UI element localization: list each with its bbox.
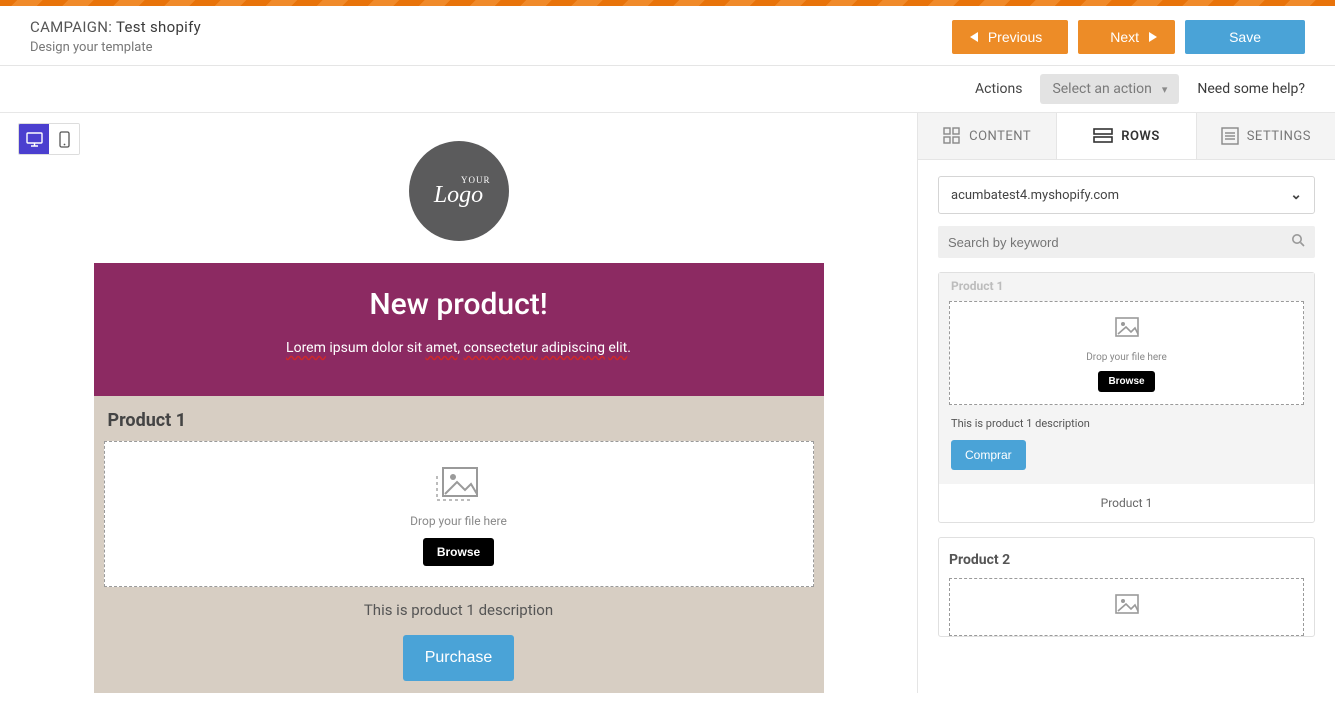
- tab-settings[interactable]: SETTINGS: [1196, 113, 1335, 159]
- desktop-view-button[interactable]: [19, 124, 49, 154]
- previous-button[interactable]: Previous: [952, 20, 1068, 54]
- hero-word: .: [627, 340, 631, 356]
- desktop-icon: [26, 132, 43, 147]
- triangle-right-icon: [1149, 32, 1157, 42]
- campaign-label: CAMPAIGN:: [30, 18, 112, 36]
- toolbar: Actions Select an action ▾ Need some hel…: [0, 66, 1335, 113]
- next-button[interactable]: Next: [1078, 20, 1175, 54]
- campaign-title: CAMPAIGN: Test shopify: [30, 18, 201, 36]
- store-select-value: acumbatest4.myshopify.com: [951, 188, 1119, 203]
- campaign-name: Test shopify: [116, 18, 201, 36]
- search-input[interactable]: [948, 235, 1291, 250]
- row-card-product-2[interactable]: Product 2: [938, 537, 1315, 637]
- image-dropzone[interactable]: Drop your file here Browse: [104, 441, 814, 587]
- store-select[interactable]: acumbatest4.myshopify.com ⌄: [938, 176, 1315, 214]
- actions-select[interactable]: Select an action ▾: [1040, 74, 1179, 104]
- row-card-title: Product 2: [939, 538, 1314, 578]
- logo-placeholder: YOUR Logo: [409, 141, 509, 241]
- logo-main-text: Logo: [434, 185, 483, 207]
- sidebar: CONTENT ROWS SETTINGS acumbatest4.myshop…: [918, 113, 1335, 693]
- save-label: Save: [1229, 29, 1261, 45]
- row-image-dropzone[interactable]: [949, 578, 1304, 636]
- image-placeholder-icon: [435, 464, 483, 504]
- settings-list-icon: [1221, 127, 1239, 145]
- search-row: [938, 226, 1315, 258]
- hero-word: adipiscing: [541, 340, 605, 356]
- grid-icon: [943, 127, 961, 145]
- purchase-button[interactable]: Purchase: [403, 635, 515, 681]
- triangle-left-icon: [970, 32, 978, 42]
- image-placeholder-icon: [1112, 316, 1142, 342]
- product-block[interactable]: Product 1 Drop your file here Browse Thi…: [94, 396, 824, 681]
- product-description: This is product 1 description: [104, 601, 814, 619]
- tab-content-label: CONTENT: [969, 129, 1031, 144]
- sidebar-tabs: CONTENT ROWS SETTINGS: [918, 113, 1335, 160]
- hero-word: amet: [426, 340, 458, 356]
- hero-word: consectetur: [464, 340, 538, 356]
- save-button[interactable]: Save: [1185, 20, 1305, 54]
- hero-word: elit: [608, 340, 627, 356]
- logo-block[interactable]: YOUR Logo: [94, 123, 824, 263]
- header: CAMPAIGN: Test shopify Design your templ…: [0, 6, 1335, 66]
- hero-title: New product!: [124, 287, 794, 322]
- previous-label: Previous: [988, 29, 1042, 45]
- viewport-toggle: [18, 123, 80, 155]
- row-buy-button[interactable]: Comprar: [951, 440, 1026, 470]
- chevron-down-icon: ▾: [1162, 83, 1168, 96]
- image-placeholder-icon: [1112, 593, 1142, 619]
- row-image-dropzone[interactable]: Drop your file here Browse: [949, 301, 1304, 405]
- hero-word: Lorem: [286, 340, 326, 356]
- header-subtitle: Design your template: [30, 40, 201, 55]
- row-browse-button[interactable]: Browse: [1098, 371, 1154, 392]
- row-card-cut-title: Product 1: [951, 279, 1304, 293]
- actions-select-placeholder: Select an action: [1052, 81, 1151, 97]
- help-link[interactable]: Need some help?: [1197, 81, 1305, 97]
- editor-area: YOUR Logo New product! Lorem ipsum dolor…: [0, 113, 918, 693]
- mobile-view-button[interactable]: [49, 124, 79, 154]
- row-dropzone-text: Drop your file here: [958, 352, 1295, 363]
- row-card-footer: Product 1: [939, 484, 1314, 522]
- hero-word: ipsum dolor sit: [326, 340, 426, 356]
- email-canvas[interactable]: YOUR Logo New product! Lorem ipsum dolor…: [94, 123, 824, 693]
- actions-label: Actions: [975, 81, 1022, 97]
- dropzone-text: Drop your file here: [115, 514, 803, 528]
- tab-settings-label: SETTINGS: [1247, 129, 1311, 144]
- hero-text: Lorem ipsum dolor sit amet, consectetur …: [124, 340, 794, 356]
- hero-block[interactable]: New product! Lorem ipsum dolor sit amet,…: [94, 263, 824, 396]
- tab-rows[interactable]: ROWS: [1056, 113, 1195, 159]
- mobile-icon: [59, 131, 70, 148]
- product-title: Product 1: [108, 410, 814, 431]
- search-icon: [1291, 233, 1305, 251]
- tab-content[interactable]: CONTENT: [918, 113, 1056, 159]
- row-card-product-1[interactable]: Product 1 Drop your file here Browse Thi…: [938, 272, 1315, 523]
- rows-icon: [1093, 128, 1113, 144]
- tab-rows-label: ROWS: [1121, 129, 1160, 144]
- chevron-down-icon: ⌄: [1290, 187, 1302, 203]
- next-label: Next: [1110, 29, 1139, 45]
- row-description: This is product 1 description: [951, 417, 1302, 430]
- browse-button[interactable]: Browse: [423, 538, 494, 566]
